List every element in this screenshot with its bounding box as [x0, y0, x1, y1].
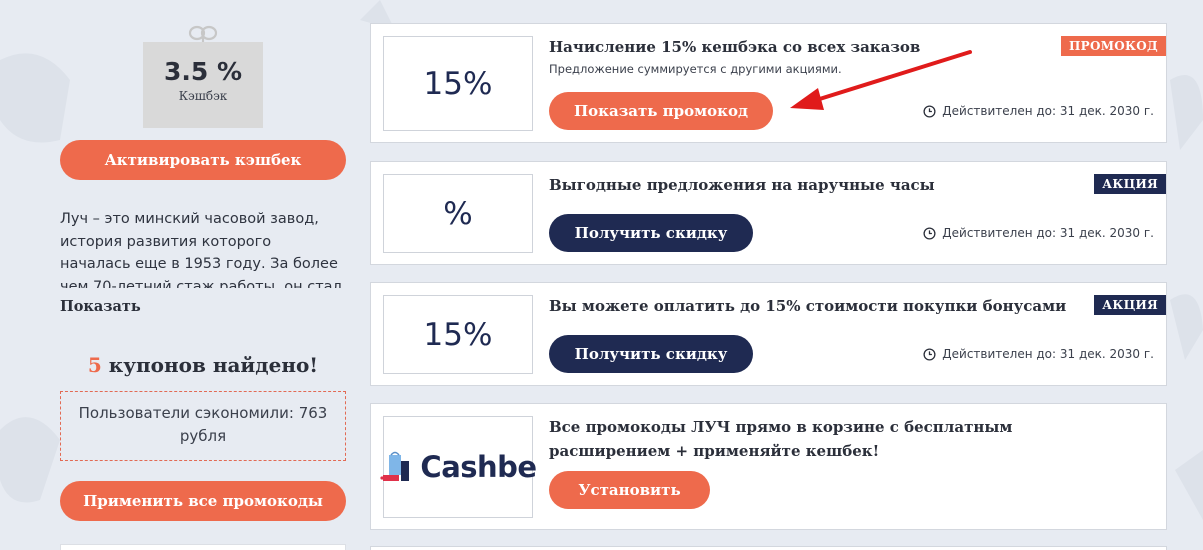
coupon-validity: Действителен до: 31 дек. 2030 г. — [923, 347, 1154, 361]
get-discount-button[interactable]: Получить скидку — [549, 214, 753, 252]
coupon-card: % Выгодные предложения на наручные часы … — [370, 161, 1167, 265]
coupon-title: Все промокоды ЛУЧ прямо в корзине с бесп… — [549, 415, 1012, 463]
cashbe-logo: Cashbe — [379, 450, 537, 484]
get-discount-button[interactable]: Получить скидку — [549, 335, 753, 373]
users-saved-box: Пользователи сэкономили: 763 рубля — [60, 391, 346, 461]
coupon-title-line: расширением + применяйте кешбек! — [549, 442, 880, 460]
cashback-box: 3.5 % Кэшбэк — [143, 42, 263, 128]
coupon-card: 15% Начисление 15% кешбэка со всех заказ… — [370, 23, 1167, 143]
coupon-thumbnail-text: 15% — [423, 316, 493, 353]
coupon-card: 15% Вы можете оплатить до 15% стоимости … — [370, 282, 1167, 386]
coupon-thumbnail: % — [383, 174, 533, 253]
coupon-thumbnail-text: 15% — [423, 65, 493, 102]
coupon-validity: Действителен до: 31 дек. 2030 г. — [923, 226, 1154, 240]
coupon-validity-text: Действителен до: 31 дек. 2030 г. — [942, 347, 1154, 361]
coupon-title: Выгодные предложения на наручные часы — [549, 176, 935, 194]
coupon-thumbnail: Cashbe — [380, 416, 537, 518]
coupons-found-heading: 5 купонов найдено! — [60, 353, 346, 377]
show-promocode-button[interactable]: Показать промокод — [549, 92, 773, 130]
promocode-badge: ПРОМОКОД — [1061, 36, 1166, 56]
coupon-thumbnail-text: % — [443, 195, 473, 232]
coupon-thumbnail: 15% — [383, 295, 533, 374]
apply-all-promocodes-button[interactable]: Применить все промокоды — [60, 481, 346, 521]
coupon-title: Начисление 15% кешбэка со всех заказов — [549, 38, 921, 56]
activate-cashback-button[interactable]: Активировать кэшбек — [60, 140, 346, 180]
sidebar-next-card — [60, 544, 346, 550]
coupon-title: Вы можете оплатить до 15% стоимости поку… — [549, 297, 1067, 315]
store-description: Луч – это минский часовой завод, история… — [60, 211, 342, 288]
users-saved-text: Пользователи сэкономили: 763 рубля — [78, 404, 328, 445]
coupon-validity: Действителен до: 31 дек. 2030 г. — [923, 104, 1154, 118]
coupon-title-line: Все промокоды ЛУЧ прямо в корзине с бесп… — [549, 418, 1013, 436]
clock-icon — [923, 104, 936, 118]
coupon-validity-text: Действителен до: 31 дек. 2030 г. — [942, 104, 1154, 118]
action-badge: АКЦИЯ — [1094, 295, 1166, 315]
coupons-found-text: купонов найдено! — [101, 353, 319, 377]
coupon-validity-text: Действителен до: 31 дек. 2030 г. — [942, 226, 1154, 240]
coupon-subtitle: Предложение суммируется с другими акциям… — [549, 62, 842, 76]
gift-bow-icon — [188, 25, 218, 44]
cashbe-logo-text: Cashbe — [420, 450, 537, 484]
cashback-label: Кэшбэк — [178, 89, 228, 103]
action-badge: АКЦИЯ — [1094, 174, 1166, 194]
coupon-thumbnail: 15% — [383, 36, 533, 131]
cashback-widget: 3.5 % Кэшбэк — [143, 24, 263, 128]
install-extension-button[interactable]: Установить — [549, 471, 710, 509]
coupon-card-next — [370, 546, 1167, 550]
clock-icon — [923, 347, 936, 361]
shopping-bag-icon — [380, 451, 410, 481]
coupon-card: Cashbe Все промокоды ЛУЧ прямо в корзине… — [370, 403, 1167, 530]
show-more-link[interactable]: Показать — [60, 298, 141, 315]
clock-icon — [923, 226, 936, 240]
cashback-value: 3.5 % — [163, 57, 243, 86]
coupons-found-count: 5 — [87, 353, 102, 377]
